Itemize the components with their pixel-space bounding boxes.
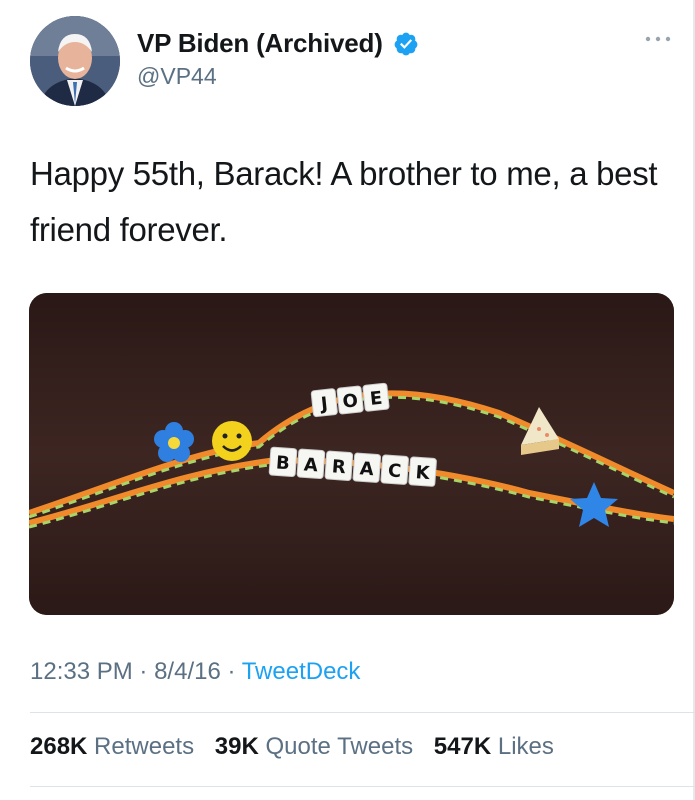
svg-text:A: A — [359, 458, 374, 480]
tweet-stats: 268K Retweets 39K Quote Tweets 547K Like… — [30, 733, 568, 761]
smiley-bead — [212, 421, 252, 461]
retweets-label: Retweets — [94, 733, 195, 760]
tweet-source-link[interactable]: TweetDeck — [242, 658, 361, 685]
bracelets-photo: J O E B A R A C K — [29, 293, 674, 615]
svg-text:B: B — [275, 452, 290, 474]
quote-tweets-stat[interactable]: 39K Quote Tweets — [215, 733, 413, 761]
retweets-stat[interactable]: 268K Retweets — [30, 733, 194, 761]
svg-text:A: A — [303, 454, 318, 476]
tweet-media[interactable]: J O E B A R A C K — [29, 293, 674, 615]
svg-text:K: K — [415, 462, 431, 484]
display-name[interactable]: VP Biden (Archived) — [137, 28, 383, 59]
more-options-icon[interactable] — [643, 32, 673, 46]
likes-label: Likes — [497, 733, 554, 760]
svg-text:O: O — [342, 390, 359, 412]
quote-tweets-count: 39K — [214, 733, 259, 760]
svg-text:C: C — [387, 460, 402, 482]
verified-badge-icon — [394, 32, 418, 55]
tweet-meta: 12:33 PM · 8/4/16 · TweetDeck — [30, 658, 360, 686]
svg-text:E: E — [369, 388, 383, 410]
meta-separator: · — [139, 658, 148, 685]
quote-tweets-label: Quote Tweets — [265, 733, 414, 760]
retweets-count: 268K — [30, 733, 88, 760]
avatar-image — [30, 16, 120, 106]
meta-separator: · — [227, 658, 236, 685]
tweet-text: Happy 55th, Barack! A brother to me, a b… — [30, 155, 658, 248]
svg-text:R: R — [331, 456, 346, 478]
tweet-time[interactable]: 12:33 PM — [30, 658, 133, 685]
tweet-date[interactable]: 8/4/16 — [154, 658, 221, 685]
divider — [30, 712, 695, 713]
handle[interactable]: @VP44 — [137, 63, 419, 90]
author-block[interactable]: VP Biden (Archived) @VP44 — [137, 28, 419, 90]
avatar[interactable] — [30, 16, 120, 106]
likes-count: 547K — [433, 733, 492, 760]
likes-stat[interactable]: 547K Likes — [434, 733, 554, 761]
divider — [30, 786, 695, 787]
